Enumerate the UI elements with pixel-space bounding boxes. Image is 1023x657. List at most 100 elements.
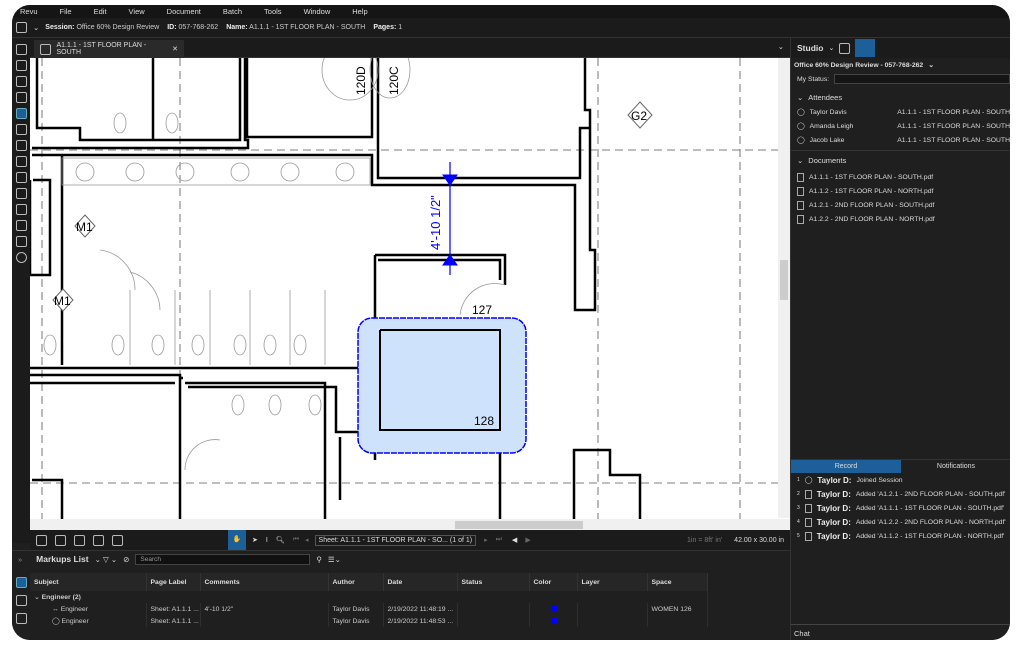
document-item[interactable]: A1.2.1 - 2ND FLOOR PLAN - SOUTH.pdf <box>791 198 1010 212</box>
split-vertical-icon[interactable] <box>55 534 66 546</box>
menu-view[interactable]: View <box>129 7 145 16</box>
file-icon[interactable] <box>15 44 27 55</box>
col-space[interactable]: Space <box>647 573 708 591</box>
table-header: Subject Page Label Comments Author Date … <box>30 573 708 591</box>
menu-batch[interactable]: Batch <box>223 7 242 16</box>
markups-search-input[interactable]: Search <box>135 553 311 565</box>
close-icon[interactable]: ✕ <box>172 45 178 53</box>
toolchest-icon[interactable] <box>15 108 27 119</box>
col-status[interactable]: Status <box>457 573 530 591</box>
properties-icon[interactable] <box>15 124 27 135</box>
tab-record[interactable]: Record <box>791 460 901 473</box>
last-page-icon[interactable]: ⏭ <box>496 536 502 544</box>
col-date[interactable]: Date <box>383 573 458 591</box>
select-icon[interactable]: ➤ <box>252 536 258 544</box>
attendees-header[interactable]: Attendees <box>808 93 842 102</box>
menu-help[interactable]: Help <box>352 7 367 16</box>
tab-list-chevron-icon[interactable]: ⌄ <box>778 42 784 51</box>
documents-header[interactable]: Documents <box>808 156 846 165</box>
menu-file[interactable]: File <box>60 7 72 16</box>
document-item[interactable]: A1.1.2 - 1ST FLOOR PLAN - NORTH.pdf <box>791 184 1010 198</box>
report-icon[interactable] <box>15 613 27 624</box>
studio-icon[interactable] <box>15 156 27 167</box>
menu-window[interactable]: Window <box>304 7 331 16</box>
col-author[interactable]: Author <box>328 573 384 591</box>
sync-icon[interactable] <box>93 534 104 546</box>
list-view-icon[interactable] <box>15 577 27 588</box>
hide-icon[interactable]: ⊘ <box>123 555 129 564</box>
list-options-icon[interactable]: ☰⌄ <box>328 555 341 564</box>
search-icon[interactable] <box>15 252 27 263</box>
col-color[interactable]: Color <box>529 573 578 591</box>
tab-notifications[interactable]: Notifications <box>901 460 1010 473</box>
forward-icon[interactable]: ▶ <box>525 536 530 544</box>
drawing-canvas[interactable]: 4'-10 1/2" M1 M1 G2 120D 120C 127 128 <box>28 39 790 530</box>
horizontal-scroll-thumb[interactable] <box>455 521 583 529</box>
status-input[interactable] <box>834 74 1010 84</box>
next-page-icon[interactable]: ▸ <box>484 536 488 544</box>
sets-icon[interactable] <box>15 236 27 247</box>
col-layer[interactable]: Layer <box>577 573 648 591</box>
spaces-icon[interactable] <box>15 140 27 151</box>
document-item[interactable]: A1.1.1 - 1ST FLOOR PLAN - SOUTH.pdf <box>791 170 1010 184</box>
space-cell <box>647 615 708 627</box>
prev-page-icon[interactable]: ◂ <box>305 536 309 544</box>
back-icon[interactable]: ◀ <box>512 536 517 544</box>
col-page-label[interactable]: Page Label <box>146 573 201 591</box>
markups-list-panel: » Markups List ⌄ ▽ ⌄ ⊘ Search ⚲ ☰⌄ Subje… <box>12 550 790 640</box>
filter-icon[interactable]: ⌄ ▽ ⌄ <box>95 555 118 564</box>
page-cell: Sheet: A1.1.1 ... <box>146 615 201 627</box>
table-row[interactable]: ◯ Engineer Sheet: A1.1.1 ... Taylor Davi… <box>30 615 708 627</box>
chevron-down-icon[interactable]: ⌄ <box>33 23 39 32</box>
chat-input[interactable]: Chat <box>791 624 1010 640</box>
group-row[interactable]: ⌄ Engineer (2) <box>30 591 708 603</box>
single-page-icon[interactable] <box>36 534 47 546</box>
search-icon[interactable]: ⚲ <box>316 555 322 564</box>
col-comments[interactable]: Comments <box>200 573 329 591</box>
record-user: Taylor D: <box>816 489 851 499</box>
first-page-icon[interactable]: ⏮ <box>293 536 299 544</box>
menu-edit[interactable]: Edit <box>94 7 107 16</box>
zoom-icon[interactable]: 🔍︎ <box>276 536 285 544</box>
measurements-icon[interactable] <box>15 172 27 183</box>
sheet-selector[interactable]: Sheet: A1.1.1 - 1ST FLOOR PLAN - SO... (… <box>314 534 477 546</box>
session-selector[interactable]: Office 60% Design Review - 057-768-262 <box>794 62 923 69</box>
studio-title[interactable]: Studio <box>797 43 823 53</box>
document-icon[interactable] <box>16 22 27 33</box>
sessions-icon[interactable] <box>839 42 851 54</box>
status-label: My Status: <box>797 75 830 83</box>
menu-document[interactable]: Document <box>167 7 201 16</box>
tab-a111[interactable]: A1.1.1 - 1ST FLOOR PLAN - SOUTH ✕ <box>34 40 184 58</box>
attendee-doc: A1.1.1 - 1ST FLOOR PLAN - SOUTH <box>897 136 1010 144</box>
collapse-icon[interactable]: ⌄ <box>797 156 803 165</box>
summary-icon[interactable] <box>15 595 27 606</box>
pan-icon[interactable]: ✋ <box>228 530 246 550</box>
text-select-icon[interactable]: I <box>266 537 268 544</box>
horizontal-scrollbar[interactable] <box>30 519 790 530</box>
vertical-scroll-thumb[interactable] <box>780 260 788 300</box>
crop-icon[interactable] <box>112 534 123 546</box>
door-120d: 120D <box>354 66 368 95</box>
session-active-icon[interactable] <box>855 39 876 57</box>
markups-list-title[interactable]: Markups List <box>36 554 88 564</box>
layers-icon[interactable] <box>15 92 27 103</box>
markups-table: Subject Page Label Comments Author Date … <box>30 573 708 627</box>
signatures-icon[interactable] <box>15 204 27 215</box>
split-horizontal-icon[interactable] <box>74 534 85 546</box>
forms-icon[interactable] <box>15 188 27 199</box>
bookmarks-icon[interactable] <box>15 76 27 87</box>
color-swatch <box>552 616 558 624</box>
table-row[interactable]: ↔ Engineer Sheet: A1.1.1 ... 4'-10 1/2" … <box>30 603 708 615</box>
chevron-down-icon[interactable]: ⌄ <box>828 44 834 52</box>
chevron-down-icon[interactable]: ⌄ <box>928 61 934 69</box>
document-item[interactable]: A1.2.2 - 2ND FLOOR PLAN - NORTH.pdf <box>791 212 1010 226</box>
space-cell: WOMEN 126 <box>647 603 708 615</box>
record-number: 5 <box>797 533 800 539</box>
expand-icon[interactable]: » <box>18 555 22 564</box>
tag-icon[interactable] <box>15 220 27 231</box>
thumbnails-icon[interactable] <box>15 60 27 71</box>
menu-revu[interactable]: Revu <box>20 7 38 16</box>
collapse-icon[interactable]: ⌄ <box>797 93 803 102</box>
col-subject[interactable]: Subject <box>30 573 147 591</box>
menu-tools[interactable]: Tools <box>264 7 282 16</box>
